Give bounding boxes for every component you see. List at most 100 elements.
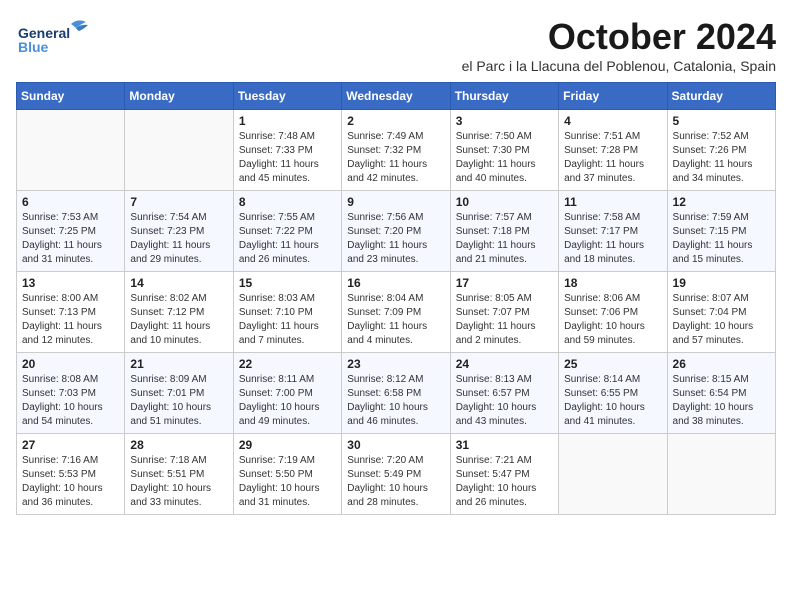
day-number: 6 [22,195,119,209]
calendar-cell: 22 Sunrise: 8:11 AM Sunset: 7:00 PM Dayli… [233,353,341,434]
week-row-4: 20 Sunrise: 8:08 AM Sunset: 7:03 PM Dayli… [17,353,776,434]
header-row: SundayMondayTuesdayWednesdayThursdayFrid… [17,83,776,110]
day-header-thursday: Thursday [450,83,558,110]
calendar-cell: 14Sunrise: 8:02 AM Sunset: 7:12 PM Dayli… [125,272,233,353]
calendar-cell: 30 Sunrise: 7:20 AM Sunset: 5:49 PM Dayli… [342,434,450,515]
day-info: Sunrise: 7:49 AM Sunset: 7:32 PM Dayligh… [347,130,444,186]
day-info: Sunrise: 7:56 AM Sunset: 7:20 PM Dayligh… [347,211,444,267]
day-header-monday: Monday [125,83,233,110]
day-number: 26 [673,357,770,371]
day-number: 14 [130,276,227,290]
calendar-cell: 2 Sunrise: 7:49 AM Sunset: 7:32 PM Daylig… [342,110,450,191]
day-number: 15 [239,276,336,290]
calendar-cell: 10Sunrise: 7:57 AM Sunset: 7:18 PM Dayli… [450,191,558,272]
svg-text:Blue: Blue [18,39,49,55]
day-info: Sunrise: 8:00 AM Sunset: 7:13 PM Dayligh… [22,292,119,348]
day-number: 9 [347,195,444,209]
day-number: 8 [239,195,336,209]
calendar-cell [667,434,775,515]
day-info: Sunrise: 7:50 AM Sunset: 7:30 PM Dayligh… [456,130,553,186]
calendar-cell: 27 Sunrise: 7:16 AM Sunset: 5:53 PM Dayli… [17,434,125,515]
calendar-cell: 17Sunrise: 8:05 AM Sunset: 7:07 PM Dayli… [450,272,558,353]
day-info: Sunrise: 7:59 AM Sunset: 7:15 PM Dayligh… [673,211,770,267]
day-header-sunday: Sunday [17,83,125,110]
day-number: 18 [564,276,661,290]
week-row-3: 13 Sunrise: 8:00 AM Sunset: 7:13 PM Dayli… [17,272,776,353]
day-info: Sunrise: 8:15 AM Sunset: 6:54 PM Dayligh… [673,373,770,429]
day-info: Sunrise: 7:16 AM Sunset: 5:53 PM Dayligh… [22,454,119,510]
day-number: 25 [564,357,661,371]
day-info: Sunrise: 8:04 AM Sunset: 7:09 PM Dayligh… [347,292,444,348]
day-number: 23 [347,357,444,371]
calendar-cell: 13 Sunrise: 8:00 AM Sunset: 7:13 PM Dayli… [17,272,125,353]
calendar-cell: 8 Sunrise: 7:55 AM Sunset: 7:22 PM Daylig… [233,191,341,272]
calendar-cell: 4Sunrise: 7:51 AM Sunset: 7:28 PM Daylig… [559,110,667,191]
calendar-cell: 7 Sunrise: 7:54 AM Sunset: 7:23 PM Daylig… [125,191,233,272]
day-info: Sunrise: 8:11 AM Sunset: 7:00 PM Dayligh… [239,373,336,429]
week-row-1: 1 Sunrise: 7:48 AM Sunset: 7:33 PM Daylig… [17,110,776,191]
day-number: 2 [347,114,444,128]
day-info: Sunrise: 7:55 AM Sunset: 7:22 PM Dayligh… [239,211,336,267]
day-number: 10 [456,195,553,209]
calendar-cell: 23Sunrise: 8:12 AM Sunset: 6:58 PM Dayli… [342,353,450,434]
calendar-cell: 18 Sunrise: 8:06 AM Sunset: 7:06 PM Dayli… [559,272,667,353]
day-info: Sunrise: 8:13 AM Sunset: 6:57 PM Dayligh… [456,373,553,429]
day-info: Sunrise: 8:03 AM Sunset: 7:10 PM Dayligh… [239,292,336,348]
day-header-tuesday: Tuesday [233,83,341,110]
day-info: Sunrise: 7:51 AM Sunset: 7:28 PM Dayligh… [564,130,661,186]
calendar-cell: 6 Sunrise: 7:53 AM Sunset: 7:25 PM Daylig… [17,191,125,272]
day-info: Sunrise: 8:06 AM Sunset: 7:06 PM Dayligh… [564,292,661,348]
calendar-cell: 26 Sunrise: 8:15 AM Sunset: 6:54 PM Dayli… [667,353,775,434]
day-info: Sunrise: 7:54 AM Sunset: 7:23 PM Dayligh… [130,211,227,267]
calendar-cell: 21 Sunrise: 8:09 AM Sunset: 7:01 PM Dayli… [125,353,233,434]
day-info: Sunrise: 8:05 AM Sunset: 7:07 PM Dayligh… [456,292,553,348]
calendar-cell: 5 Sunrise: 7:52 AM Sunset: 7:26 PM Daylig… [667,110,775,191]
calendar-cell: 29 Sunrise: 7:19 AM Sunset: 5:50 PM Dayli… [233,434,341,515]
calendar-cell: 15 Sunrise: 8:03 AM Sunset: 7:10 PM Dayli… [233,272,341,353]
day-number: 30 [347,438,444,452]
day-number: 5 [673,114,770,128]
day-info: Sunrise: 7:21 AM Sunset: 5:47 PM Dayligh… [456,454,553,510]
day-info: Sunrise: 8:08 AM Sunset: 7:03 PM Dayligh… [22,373,119,429]
calendar-cell: 12Sunrise: 7:59 AM Sunset: 7:15 PM Dayli… [667,191,775,272]
day-number: 21 [130,357,227,371]
day-number: 22 [239,357,336,371]
day-info: Sunrise: 7:53 AM Sunset: 7:25 PM Dayligh… [22,211,119,267]
calendar-cell: 1 Sunrise: 7:48 AM Sunset: 7:33 PM Daylig… [233,110,341,191]
day-info: Sunrise: 7:19 AM Sunset: 5:50 PM Dayligh… [239,454,336,510]
day-info: Sunrise: 7:20 AM Sunset: 5:49 PM Dayligh… [347,454,444,510]
calendar-cell [17,110,125,191]
day-info: Sunrise: 7:52 AM Sunset: 7:26 PM Dayligh… [673,130,770,186]
calendar-cell: 16 Sunrise: 8:04 AM Sunset: 7:09 PM Dayli… [342,272,450,353]
day-number: 31 [456,438,553,452]
day-info: Sunrise: 7:48 AM Sunset: 7:33 PM Dayligh… [239,130,336,186]
day-number: 28 [130,438,227,452]
day-number: 16 [347,276,444,290]
calendar-table: SundayMondayTuesdayWednesdayThursdayFrid… [16,82,776,515]
day-number: 20 [22,357,119,371]
day-number: 29 [239,438,336,452]
day-number: 27 [22,438,119,452]
calendar-cell: 20 Sunrise: 8:08 AM Sunset: 7:03 PM Dayli… [17,353,125,434]
day-number: 24 [456,357,553,371]
day-number: 7 [130,195,227,209]
logo-icon: General Blue [16,16,106,56]
day-number: 1 [239,114,336,128]
calendar-cell: 9 Sunrise: 7:56 AM Sunset: 7:20 PM Daylig… [342,191,450,272]
day-number: 3 [456,114,553,128]
day-info: Sunrise: 8:09 AM Sunset: 7:01 PM Dayligh… [130,373,227,429]
calendar-cell: 19Sunrise: 8:07 AM Sunset: 7:04 PM Dayli… [667,272,775,353]
calendar-cell: 24 Sunrise: 8:13 AM Sunset: 6:57 PM Dayli… [450,353,558,434]
calendar-cell [559,434,667,515]
calendar-cell [125,110,233,191]
month-title: October 2024 [462,16,776,58]
day-header-saturday: Saturday [667,83,775,110]
day-number: 19 [673,276,770,290]
day-header-wednesday: Wednesday [342,83,450,110]
calendar-cell: 25Sunrise: 8:14 AM Sunset: 6:55 PM Dayli… [559,353,667,434]
day-number: 13 [22,276,119,290]
day-info: Sunrise: 7:18 AM Sunset: 5:51 PM Dayligh… [130,454,227,510]
calendar-cell: 11Sunrise: 7:58 AM Sunset: 7:17 PM Dayli… [559,191,667,272]
calendar-cell: 31 Sunrise: 7:21 AM Sunset: 5:47 PM Dayli… [450,434,558,515]
day-number: 11 [564,195,661,209]
